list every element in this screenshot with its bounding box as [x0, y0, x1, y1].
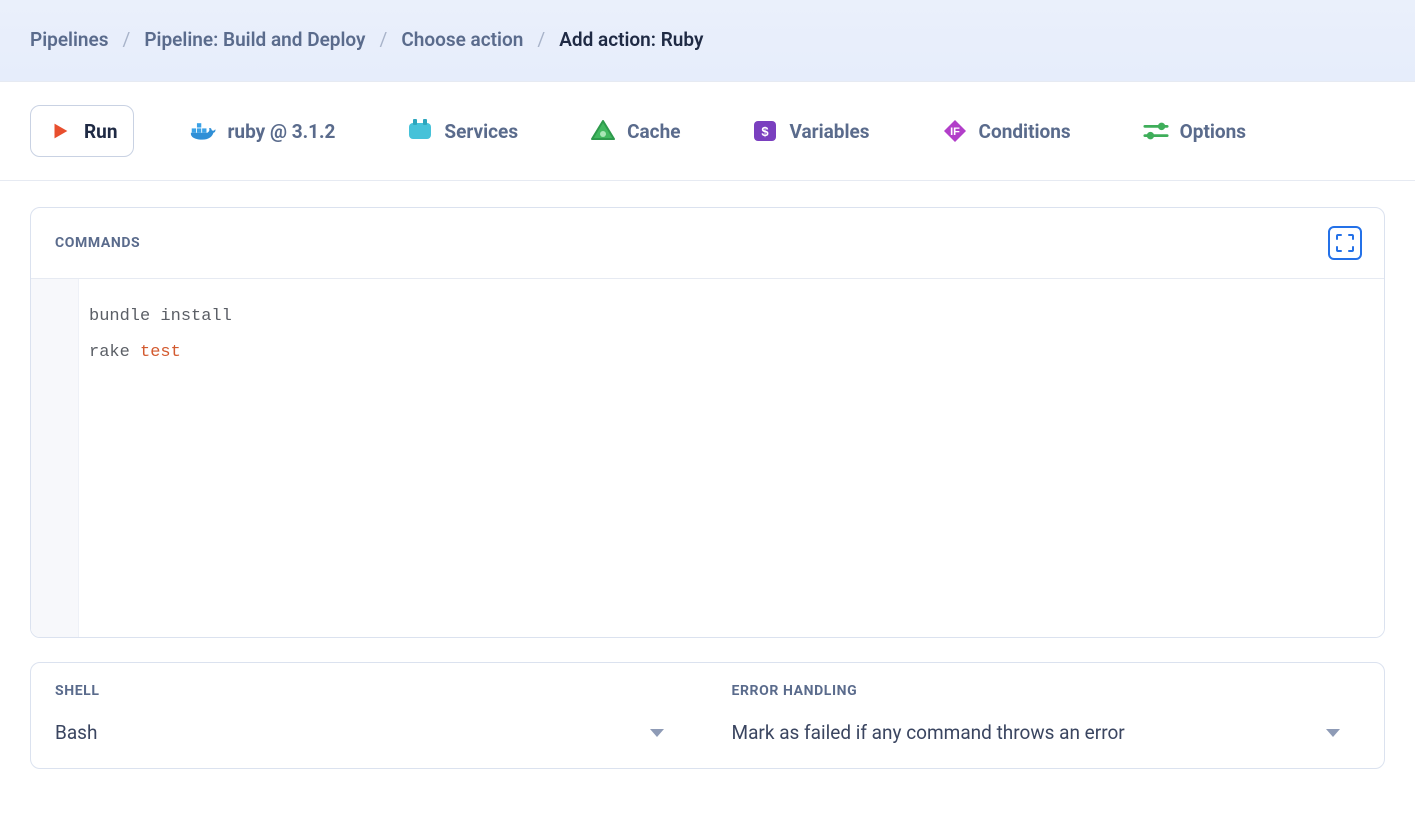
- tab-label: Cache: [627, 120, 680, 143]
- breadcrumb-pipeline[interactable]: Pipeline: Build and Deploy: [144, 28, 365, 51]
- commands-label: COMMANDS: [55, 235, 140, 251]
- commands-editor[interactable]: bundle install rake test: [31, 279, 1384, 637]
- services-icon: [407, 118, 433, 144]
- tab-ruby[interactable]: ruby @ 3.1.2: [174, 106, 351, 156]
- conditions-icon: IF: [942, 118, 968, 144]
- shell-select[interactable]: Bash: [55, 721, 684, 744]
- tab-services[interactable]: Services: [391, 106, 534, 156]
- play-icon: [47, 118, 73, 144]
- svg-text:IF: IF: [950, 126, 960, 138]
- expand-button[interactable]: [1328, 226, 1362, 260]
- tab-run[interactable]: Run: [30, 105, 134, 157]
- breadcrumb-sep: /: [379, 28, 387, 51]
- chevron-down-icon: [1326, 729, 1340, 737]
- config-panel: SHELL Bash ERROR HANDLING Mark as failed…: [30, 662, 1385, 769]
- breadcrumb-sep: /: [123, 28, 131, 51]
- error-handling-label: ERROR HANDLING: [732, 683, 1361, 699]
- breadcrumb-choose-action[interactable]: Choose action: [401, 28, 523, 51]
- shell-value: Bash: [55, 721, 97, 744]
- tab-label: ruby @ 3.1.2: [227, 120, 335, 143]
- content-area: COMMANDS bundle install rake test SHELL …: [0, 181, 1415, 799]
- editor-gutter: [31, 279, 79, 637]
- commands-header: COMMANDS: [31, 208, 1384, 279]
- tab-label: Options: [1180, 120, 1246, 143]
- tab-conditions[interactable]: IF Conditions: [926, 106, 1087, 156]
- tab-variables[interactable]: $ Variables: [736, 106, 885, 156]
- expand-icon: [1336, 234, 1354, 252]
- error-handling-value: Mark as failed if any command throws an …: [732, 721, 1125, 744]
- chevron-down-icon: [650, 729, 664, 737]
- breadcrumb: Pipelines / Pipeline: Build and Deploy /…: [30, 28, 1385, 51]
- shell-label: SHELL: [55, 683, 684, 699]
- error-handling-select[interactable]: Mark as failed if any command throws an …: [732, 721, 1361, 744]
- svg-text:$: $: [762, 124, 770, 139]
- tab-label: Conditions: [979, 120, 1071, 143]
- variables-icon: $: [752, 118, 778, 144]
- tab-cache[interactable]: Cache: [574, 106, 696, 156]
- tabs-bar: Run ruby @ 3.1.2 Services Cache $ Variab…: [0, 82, 1415, 181]
- breadcrumb-pipelines[interactable]: Pipelines: [30, 28, 109, 51]
- editor-code[interactable]: bundle install rake test: [79, 279, 1384, 637]
- options-icon: [1143, 118, 1169, 144]
- shell-cell: SHELL Bash: [31, 663, 708, 768]
- header-bar: Pipelines / Pipeline: Build and Deploy /…: [0, 0, 1415, 82]
- breadcrumb-sep: /: [537, 28, 545, 51]
- breadcrumb-current: Add action: Ruby: [559, 28, 703, 51]
- docker-icon: [190, 118, 216, 144]
- commands-panel: COMMANDS bundle install rake test: [30, 207, 1385, 638]
- cache-icon: [590, 118, 616, 144]
- tab-label: Services: [444, 120, 518, 143]
- error-handling-cell: ERROR HANDLING Mark as failed if any com…: [708, 663, 1385, 768]
- tab-options[interactable]: Options: [1127, 106, 1262, 156]
- tab-label: Variables: [789, 120, 869, 143]
- tab-label: Run: [84, 120, 117, 143]
